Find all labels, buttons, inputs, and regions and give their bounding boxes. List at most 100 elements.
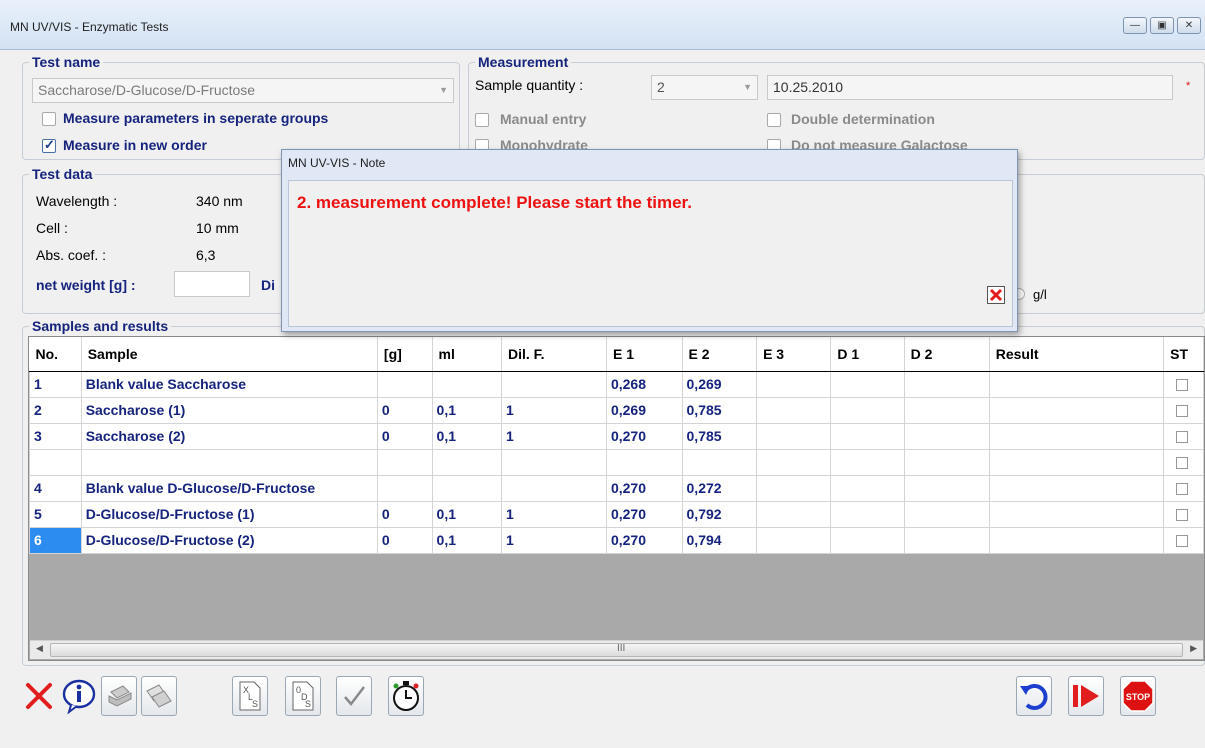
table-cell[interactable]: D-Glucose/D-Fructose (2) [80, 526, 378, 554]
table-row[interactable]: 4 Blank value D-Glucose/D-Fructose 0,270… [29, 474, 1204, 502]
separate-groups-checkbox[interactable] [42, 112, 56, 126]
table-cell[interactable]: D-Glucose/D-Fructose (1) [80, 500, 378, 528]
table-cell[interactable] [830, 422, 905, 450]
next-measurement-button[interactable] [1068, 676, 1104, 716]
table-cell[interactable] [431, 448, 502, 476]
table-cell[interactable] [830, 396, 905, 424]
table-cell[interactable]: 0,792 [681, 500, 758, 528]
table-cell[interactable] [903, 422, 990, 450]
table-cell-selected[interactable]: 6 [29, 526, 82, 554]
table-cell[interactable] [756, 526, 832, 554]
table-cell[interactable] [830, 500, 905, 528]
table-cell[interactable] [903, 370, 990, 398]
table-cell[interactable] [988, 370, 1165, 398]
table-cell[interactable]: 0,785 [681, 422, 758, 450]
row-select-checkbox[interactable] [1176, 509, 1189, 522]
new-order-checkbox[interactable] [42, 137, 56, 153]
net-weight-input[interactable] [174, 271, 250, 297]
table-cell[interactable]: 0,269 [681, 370, 758, 398]
table-cell[interactable]: 2 [29, 396, 82, 424]
table-cell[interactable]: 0,1 [431, 526, 502, 554]
table-cell[interactable]: 1 [500, 396, 607, 424]
table-cell[interactable] [376, 448, 433, 476]
column-header[interactable]: Result [989, 337, 1165, 372]
column-header[interactable]: Sample [81, 337, 378, 372]
copy-button[interactable] [141, 676, 177, 716]
table-cell[interactable] [500, 448, 607, 476]
table-cell[interactable] [988, 474, 1165, 502]
scrollbar-thumb[interactable]: III [50, 643, 1183, 657]
table-cell[interactable] [500, 474, 607, 502]
column-header[interactable]: [g] [377, 337, 433, 372]
table-cell[interactable] [903, 448, 990, 476]
table-cell[interactable] [830, 448, 905, 476]
table-cell[interactable]: 0 [376, 396, 433, 424]
table-cell[interactable] [756, 422, 832, 450]
table-cell[interactable] [80, 448, 378, 476]
table-cell[interactable] [988, 448, 1165, 476]
table-cell[interactable]: 0,785 [681, 396, 758, 424]
column-header[interactable]: ST [1163, 337, 1204, 372]
confirm-button[interactable] [336, 676, 372, 716]
table-cell[interactable] [681, 448, 758, 476]
table-cell[interactable]: Saccharose (2) [80, 422, 378, 450]
table-cell[interactable]: Blank value Saccharose [80, 370, 378, 398]
table-cell[interactable]: 1 [29, 370, 82, 398]
table-cell[interactable] [376, 370, 433, 398]
table-cell[interactable] [988, 396, 1165, 424]
row-select-checkbox[interactable] [1176, 431, 1189, 444]
print-button[interactable] [101, 676, 137, 716]
minimize-button[interactable]: — [1123, 17, 1147, 34]
excel-export-button[interactable]: X L S [232, 676, 268, 716]
table-cell[interactable]: 3 [29, 422, 82, 450]
table-cell[interactable]: 0,270 [605, 500, 683, 528]
results-grid[interactable]: No. Sample [g] ml Dil. F. E 1 E 2 E 3 D … [28, 336, 1205, 661]
table-cell[interactable] [988, 526, 1165, 554]
table-cell[interactable]: 0 [376, 422, 433, 450]
note-dialog[interactable]: MN UV-VIS - Note 2. measurement complete… [281, 149, 1018, 332]
close-window-button[interactable]: ✕ [1177, 17, 1201, 34]
table-cell[interactable]: Saccharose (1) [80, 396, 378, 424]
table-cell[interactable] [431, 474, 502, 502]
table-cell[interactable]: 0 [376, 500, 433, 528]
maximize-button[interactable]: ▣ [1150, 17, 1174, 34]
info-button[interactable] [61, 676, 97, 716]
table-cell[interactable] [756, 396, 832, 424]
stop-button[interactable]: STOP [1120, 676, 1156, 716]
timer-button[interactable] [388, 676, 424, 716]
table-cell[interactable]: 0 [376, 526, 433, 554]
table-cell[interactable] [830, 370, 905, 398]
row-select-checkbox[interactable] [1176, 483, 1189, 496]
table-cell[interactable]: 4 [29, 474, 82, 502]
row-select-checkbox[interactable] [1176, 379, 1189, 392]
table-cell[interactable] [988, 422, 1165, 450]
table-cell[interactable] [830, 526, 905, 554]
table-row-selected[interactable]: 6 D-Glucose/D-Fructose (2) 0 0,1 1 0,270… [29, 526, 1204, 554]
note-close-button[interactable] [987, 286, 1005, 304]
table-row[interactable]: 1 Blank value Saccharose 0,268 0,269 [29, 370, 1204, 398]
table-cell[interactable]: 0,272 [681, 474, 758, 502]
table-cell[interactable]: 5 [29, 500, 82, 528]
table-cell[interactable]: 0,1 [431, 500, 502, 528]
table-row[interactable] [29, 448, 1204, 476]
column-header[interactable]: D 2 [904, 337, 990, 372]
table-cell[interactable]: 1 [500, 422, 607, 450]
column-header[interactable]: Dil. F. [501, 337, 607, 372]
table-row[interactable]: 3 Saccharose (2) 0 0,1 1 0,270 0,785 [29, 422, 1204, 450]
table-cell[interactable] [431, 370, 502, 398]
table-cell[interactable]: 0,1 [431, 396, 502, 424]
table-cell[interactable]: 0,270 [605, 526, 683, 554]
double-determination-checkbox[interactable] [767, 113, 781, 127]
table-cell[interactable] [29, 448, 82, 476]
cancel-button[interactable] [21, 676, 57, 716]
table-cell[interactable] [830, 474, 905, 502]
column-header[interactable]: E 3 [756, 337, 832, 372]
table-cell[interactable] [756, 448, 832, 476]
table-cell[interactable]: Blank value D-Glucose/D-Fructose [80, 474, 378, 502]
table-cell[interactable] [756, 474, 832, 502]
table-cell[interactable] [756, 500, 832, 528]
table-row[interactable]: 2 Saccharose (1) 0 0,1 1 0,269 0,785 [29, 396, 1204, 424]
table-cell[interactable] [903, 526, 990, 554]
column-header[interactable]: E 1 [606, 337, 683, 372]
table-cell[interactable] [756, 370, 832, 398]
